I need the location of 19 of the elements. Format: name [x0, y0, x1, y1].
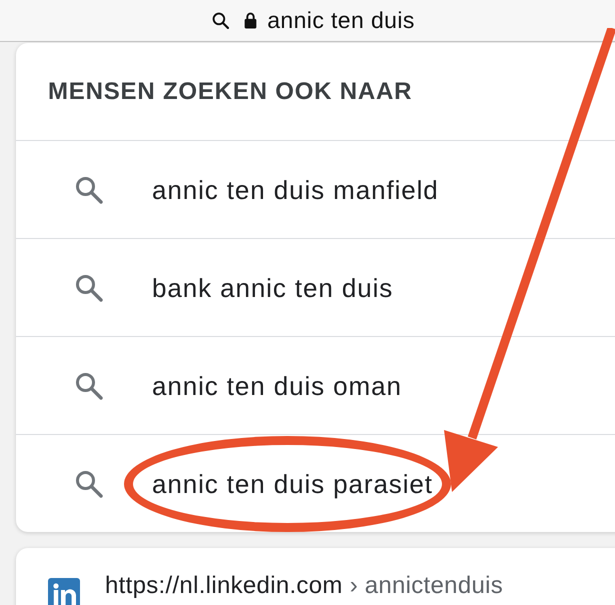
search-icon	[75, 274, 103, 302]
suggestion-text: bank annic ten duis	[152, 272, 394, 302]
suggestion-text: annic ten duis oman	[152, 370, 402, 400]
suggestion-text: annic ten duis parasiet	[152, 468, 433, 498]
breadcrumb-separator: ›	[350, 572, 358, 600]
address-text: annic ten duis	[267, 7, 415, 34]
address-bar[interactable]: annic ten duis	[0, 0, 615, 42]
lock-icon	[244, 12, 258, 29]
result-url-link[interactable]: https://nl.linkedin.com	[105, 572, 343, 600]
search-icon	[212, 12, 230, 29]
suggestion-text: annic ten duis manfield	[152, 174, 439, 204]
search-icon	[75, 372, 103, 400]
search-icon	[75, 176, 103, 204]
suggestion-item[interactable]: annic ten duis oman	[16, 336, 615, 434]
search-icon	[75, 470, 103, 498]
breadcrumb-path: annictenduis	[364, 572, 504, 600]
section-title: MENSEN ZOEKEN OOK NAAR	[48, 78, 412, 106]
suggestion-item[interactable]: bank annic ten duis	[16, 238, 615, 336]
suggestion-item[interactable]: annic ten duis manfield	[16, 140, 615, 238]
